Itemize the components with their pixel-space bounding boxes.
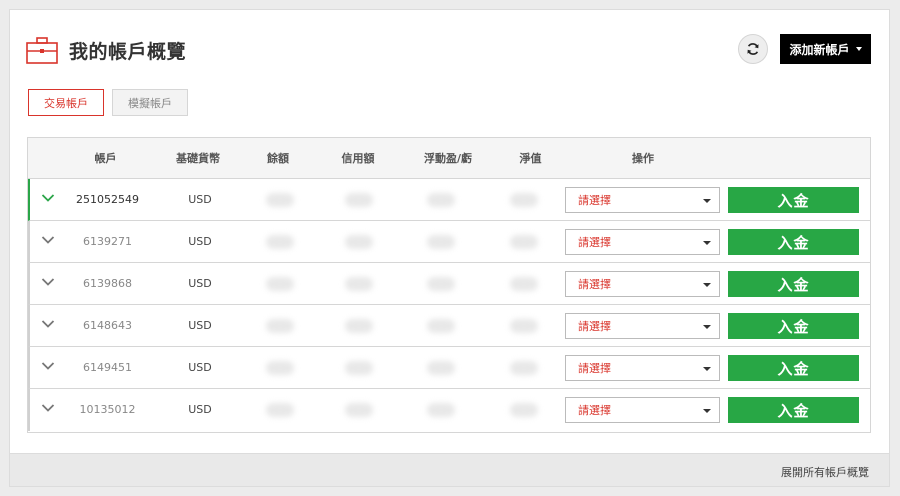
masked-credit — [345, 277, 373, 291]
masked-equity — [510, 319, 538, 333]
action-select[interactable]: 請選擇 — [565, 313, 720, 339]
add-account-label: 添加新帳戶 — [789, 42, 850, 57]
action-select[interactable]: 請選擇 — [565, 229, 720, 255]
accounts-table: 帳戶 基礎貨幣 餘額 信用額 浮動盈/虧 淨值 操作 251052549 USD… — [27, 137, 871, 433]
table-row: 6148643 USD 請選擇 入金 — [28, 305, 870, 347]
account-number: 6148643 — [83, 319, 132, 332]
account-type-tabs: 交易帳戶 模擬帳戶 — [28, 89, 188, 116]
masked-floating-pl — [427, 193, 455, 207]
action-select-value: 請選擇 — [578, 362, 611, 375]
action-select-value: 請選擇 — [578, 320, 611, 333]
action-select[interactable]: 請選擇 — [565, 187, 720, 213]
table-row: 251052549 USD 請選擇 入金 — [28, 179, 870, 221]
masked-balance — [266, 235, 294, 249]
column-header-balance: 餘額 — [267, 152, 289, 165]
briefcase-icon — [26, 37, 58, 64]
page-title: 我的帳戶概覽 — [69, 40, 187, 63]
account-number: 6139868 — [83, 277, 132, 290]
table-header: 帳戶 基礎貨幣 餘額 信用額 浮動盈/虧 淨值 操作 — [28, 138, 870, 179]
masked-balance — [266, 403, 294, 417]
action-select-value: 請選擇 — [578, 404, 611, 417]
deposit-button[interactable]: 入金 — [728, 355, 859, 381]
deposit-button[interactable]: 入金 — [728, 397, 859, 423]
deposit-button[interactable]: 入金 — [728, 187, 859, 213]
table-row: 6139271 USD 請選擇 入金 — [28, 221, 870, 263]
caret-down-icon — [703, 409, 711, 413]
masked-equity — [510, 235, 538, 249]
masked-balance — [266, 361, 294, 375]
masked-credit — [345, 361, 373, 375]
masked-floating-pl — [427, 319, 455, 333]
accounts-overview-panel: 我的帳戶概覽 添加新帳戶 交易帳戶 模擬帳戶 帳戶 基礎貨幣 餘額 信用額 浮動… — [9, 9, 890, 487]
caret-down-icon — [703, 241, 711, 245]
masked-floating-pl — [427, 277, 455, 291]
column-header-actions: 操作 — [632, 152, 654, 165]
masked-credit — [345, 235, 373, 249]
masked-equity — [510, 403, 538, 417]
action-select-value: 請選擇 — [578, 194, 611, 207]
masked-equity — [510, 361, 538, 375]
expand-all-link[interactable]: 展開所有帳戶概覽 — [781, 464, 869, 480]
action-select[interactable]: 請選擇 — [565, 355, 720, 381]
masked-balance — [266, 193, 294, 207]
table-row: 6149451 USD 請選擇 入金 — [28, 347, 870, 389]
masked-credit — [345, 403, 373, 417]
chevron-down-icon[interactable] — [41, 361, 55, 371]
masked-balance — [266, 277, 294, 291]
chevron-down-icon[interactable] — [41, 235, 55, 245]
masked-floating-pl — [427, 235, 455, 249]
column-header-floating-pl: 浮動盈/虧 — [423, 152, 473, 165]
caret-down-icon — [855, 47, 862, 51]
base-currency: USD — [188, 277, 212, 290]
page-header: 我的帳戶概覽 — [26, 36, 186, 64]
deposit-button[interactable]: 入金 — [728, 271, 859, 297]
account-number: 6139271 — [83, 235, 132, 248]
base-currency: USD — [188, 361, 212, 374]
base-currency: USD — [188, 403, 212, 416]
chevron-down-icon[interactable] — [41, 403, 55, 413]
action-select-value: 請選擇 — [578, 236, 611, 249]
base-currency: USD — [188, 193, 212, 206]
masked-floating-pl — [427, 361, 455, 375]
masked-floating-pl — [427, 403, 455, 417]
caret-down-icon — [703, 325, 711, 329]
action-select-value: 請選擇 — [578, 278, 611, 291]
masked-credit — [345, 319, 373, 333]
column-header-credit: 信用額 — [341, 152, 375, 165]
base-currency: USD — [188, 235, 212, 248]
base-currency: USD — [188, 319, 212, 332]
caret-down-icon — [703, 199, 711, 203]
caret-down-icon — [703, 367, 711, 371]
tab-trading-accounts[interactable]: 交易帳戶 — [28, 89, 104, 116]
tab-demo-accounts[interactable]: 模擬帳戶 — [112, 89, 188, 116]
deposit-button[interactable]: 入金 — [728, 229, 859, 255]
action-select[interactable]: 請選擇 — [565, 271, 720, 297]
panel-footer: 展開所有帳戶概覽 — [10, 453, 889, 486]
chevron-down-icon[interactable] — [41, 277, 55, 287]
column-header-equity: 淨值 — [519, 152, 542, 165]
masked-equity — [510, 193, 538, 207]
action-select[interactable]: 請選擇 — [565, 397, 720, 423]
add-account-button[interactable]: 添加新帳戶 — [780, 34, 871, 64]
column-header-currency: 基礎貨幣 — [176, 152, 220, 165]
chevron-down-icon[interactable] — [41, 319, 55, 329]
refresh-icon — [747, 43, 759, 55]
column-header-account: 帳戶 — [94, 152, 117, 165]
masked-balance — [266, 319, 294, 333]
deposit-button[interactable]: 入金 — [728, 313, 859, 339]
chevron-down-icon[interactable] — [41, 193, 55, 203]
table-row: 6139868 USD 請選擇 入金 — [28, 263, 870, 305]
account-number: 6149451 — [83, 361, 132, 374]
refresh-button[interactable] — [738, 34, 768, 64]
account-number: 10135012 — [79, 403, 136, 416]
masked-credit — [345, 193, 373, 207]
account-number: 251052549 — [76, 193, 139, 206]
caret-down-icon — [703, 283, 711, 287]
masked-equity — [510, 277, 538, 291]
table-row: 10135012 USD 請選擇 入金 — [28, 389, 870, 431]
